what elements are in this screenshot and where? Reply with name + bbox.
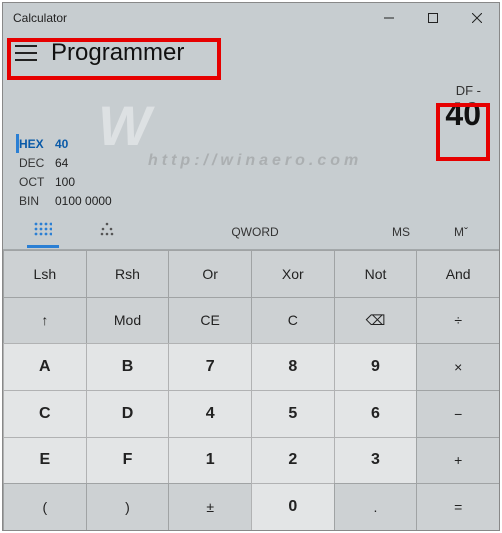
key-plusminus[interactable]: ±: [168, 483, 252, 531]
key-mod[interactable]: Mod: [86, 297, 170, 345]
key-8[interactable]: 8: [251, 343, 335, 391]
base-value: 100: [55, 175, 75, 189]
base-value: 64: [55, 156, 68, 170]
key-6[interactable]: 6: [334, 390, 418, 438]
key-c[interactable]: C: [251, 297, 335, 345]
key-e[interactable]: E: [3, 437, 87, 485]
header: Programmer: [3, 33, 499, 73]
key-backspace[interactable]: ⌫: [334, 297, 418, 345]
key-d[interactable]: D: [86, 390, 170, 438]
key-lsh[interactable]: Lsh: [3, 250, 87, 298]
grid-icon: [34, 222, 52, 236]
key-2[interactable]: 2: [251, 437, 335, 485]
full-keypad-icon[interactable]: [75, 216, 139, 247]
key-rsh[interactable]: Rsh: [86, 250, 170, 298]
key-5[interactable]: 5: [251, 390, 335, 438]
maximize-icon: [428, 13, 438, 23]
result-text: 40: [3, 98, 481, 130]
key-multiply[interactable]: ×: [416, 343, 500, 391]
base-value: 0100 0000: [55, 194, 112, 208]
base-label: OCT: [19, 175, 55, 189]
base-list: HEX 40 DEC 64 OCT 100 BIN 0100 0000: [3, 130, 499, 214]
key-rparen[interactable]: ): [86, 483, 170, 531]
keypad: Lsh Rsh Or Xor Not And ↑ Mod CE C ⌫ ÷ A …: [3, 250, 499, 530]
maximize-button[interactable]: [411, 3, 455, 33]
memory-recall-button[interactable]: Mˇ: [431, 225, 491, 239]
close-button[interactable]: [455, 3, 499, 33]
key-f[interactable]: F: [86, 437, 170, 485]
toolbar: QWORD MS Mˇ: [3, 214, 499, 250]
key-or[interactable]: Or: [168, 250, 252, 298]
key-c-hex[interactable]: C: [3, 390, 87, 438]
key-7[interactable]: 7: [168, 343, 252, 391]
calculator-window: Whttp://winaero.com W W Calculator Progr…: [2, 2, 500, 531]
expression-text: DF -: [3, 83, 481, 98]
key-up[interactable]: ↑: [3, 297, 87, 345]
hamburger-icon[interactable]: [15, 45, 37, 61]
key-lparen[interactable]: (: [3, 483, 87, 531]
key-4[interactable]: 4: [168, 390, 252, 438]
base-label: DEC: [19, 156, 55, 170]
key-not[interactable]: Not: [334, 250, 418, 298]
key-b[interactable]: B: [86, 343, 170, 391]
key-a[interactable]: A: [3, 343, 87, 391]
display: DF - 40: [3, 73, 499, 130]
mode-label: Programmer: [51, 39, 184, 67]
key-xor[interactable]: Xor: [251, 250, 335, 298]
base-value: 40: [55, 137, 68, 151]
base-label: HEX: [19, 137, 55, 151]
base-bin[interactable]: BIN 0100 0000: [19, 191, 499, 210]
minimize-icon: [384, 13, 394, 23]
titlebar: Calculator: [3, 3, 499, 33]
minimize-button[interactable]: [367, 3, 411, 33]
key-1[interactable]: 1: [168, 437, 252, 485]
key-9[interactable]: 9: [334, 343, 418, 391]
key-divide[interactable]: ÷: [416, 297, 500, 345]
dots-icon: [100, 222, 114, 236]
bit-keypad-icon[interactable]: [11, 216, 75, 247]
base-hex[interactable]: HEX 40: [16, 134, 499, 153]
key-equals[interactable]: =: [416, 483, 500, 531]
key-ce[interactable]: CE: [168, 297, 252, 345]
key-dot[interactable]: .: [334, 483, 418, 531]
key-add[interactable]: +: [416, 437, 500, 485]
key-and[interactable]: And: [416, 250, 500, 298]
base-oct[interactable]: OCT 100: [19, 172, 499, 191]
key-0[interactable]: 0: [251, 483, 335, 531]
base-label: BIN: [19, 194, 55, 208]
word-size-button[interactable]: QWORD: [139, 225, 371, 239]
window-title: Calculator: [3, 11, 367, 25]
memory-store-button[interactable]: MS: [371, 225, 431, 239]
base-dec[interactable]: DEC 64: [19, 153, 499, 172]
close-icon: [472, 13, 482, 23]
key-3[interactable]: 3: [334, 437, 418, 485]
key-subtract[interactable]: −: [416, 390, 500, 438]
